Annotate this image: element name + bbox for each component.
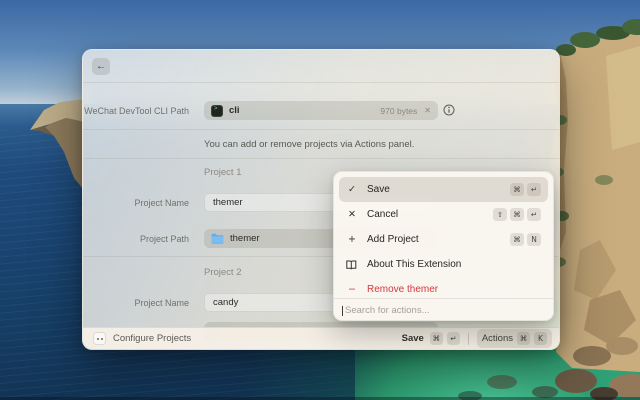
project1-path-value: themer	[230, 233, 260, 244]
n-key-icon: N	[527, 233, 541, 246]
check-icon: ✓	[346, 184, 358, 195]
footer-actions-button[interactable]: Actions ⌘ K	[477, 329, 552, 348]
footer-actions-area: Save ⌘ ↵ Actions ⌘ K	[402, 329, 552, 348]
text-cursor	[342, 306, 343, 316]
action-item-add-project[interactable]: + Add Project ⌘ N	[339, 227, 548, 252]
project2-name-label: Project Name	[83, 298, 189, 308]
search-placeholder: Search for actions...	[345, 305, 429, 316]
actions-search-input[interactable]: Search for actions...	[334, 298, 553, 321]
command-key-icon: ⌘	[430, 332, 443, 345]
footer-bar: Configure Projects Save ⌘ ↵ Actions ⌘ K	[83, 327, 559, 349]
command-key-icon: ⌘	[517, 332, 530, 345]
action-label: Cancel	[367, 209, 493, 220]
desktop: ← WeChat DevTool CLI Path cli 970 bytes …	[0, 0, 640, 400]
k-key-icon: K	[534, 332, 547, 345]
actions-list: ✓ Save ⌘ ↵ ✕ Cancel ⇧ ⌘ ↵ + Add Project	[339, 177, 548, 298]
command-key-icon: ⌘	[510, 208, 524, 221]
description-text: You can add or remove projects via Actio…	[204, 139, 414, 150]
shift-key-icon: ⇧	[493, 208, 507, 221]
cli-path-file-chip[interactable]: cli 970 bytes ✕	[204, 101, 438, 120]
footer-save-button[interactable]: Save	[402, 333, 424, 344]
action-label: About This Extension	[367, 259, 541, 270]
cli-file-size: 970 bytes	[380, 106, 417, 116]
cli-file-name: cli	[229, 105, 240, 116]
actions-button-label: Actions	[482, 333, 513, 344]
info-icon[interactable]	[443, 104, 455, 116]
remove-file-icon[interactable]: ✕	[424, 106, 431, 115]
action-item-about[interactable]: About This Extension	[339, 252, 548, 277]
action-item-remove-themer[interactable]: − Remove themer	[339, 277, 548, 298]
close-icon: ✕	[346, 209, 358, 220]
action-label: Save	[367, 184, 510, 195]
action-item-cancel[interactable]: ✕ Cancel ⇧ ⌘ ↵	[339, 202, 548, 227]
plus-icon: +	[346, 234, 358, 245]
command-key-icon: ⌘	[510, 233, 524, 246]
terminal-icon	[211, 105, 223, 117]
folder-icon	[211, 233, 224, 244]
return-key-icon: ↵	[527, 183, 541, 196]
project2-heading: Project 2	[204, 267, 242, 278]
project1-name-value: themer	[213, 197, 243, 208]
command-key-icon: ⌘	[510, 183, 524, 196]
footer-divider	[468, 333, 469, 345]
back-arrow-icon: ←	[96, 61, 106, 72]
cli-path-label: WeChat DevTool CLI Path	[83, 106, 189, 116]
divider	[83, 158, 559, 159]
return-key-icon: ↵	[447, 332, 460, 345]
window-header: ←	[83, 50, 559, 83]
minus-icon: −	[346, 284, 358, 295]
action-label: Add Project	[367, 234, 510, 245]
actions-panel: ✓ Save ⌘ ↵ ✕ Cancel ⇧ ⌘ ↵ + Add Project	[333, 171, 554, 321]
project2-name-value: candy	[213, 297, 238, 308]
footer-title: Configure Projects	[113, 333, 402, 344]
return-key-icon: ↵	[527, 208, 541, 221]
action-label: Remove themer	[367, 284, 541, 295]
project1-path-label: Project Path	[83, 234, 189, 244]
book-icon	[346, 260, 358, 270]
extension-icon	[93, 332, 106, 345]
action-item-save[interactable]: ✓ Save ⌘ ↵	[339, 177, 548, 202]
project1-name-label: Project Name	[83, 198, 189, 208]
divider	[83, 129, 559, 130]
project1-heading: Project 1	[204, 167, 242, 178]
back-button[interactable]: ←	[92, 58, 110, 75]
